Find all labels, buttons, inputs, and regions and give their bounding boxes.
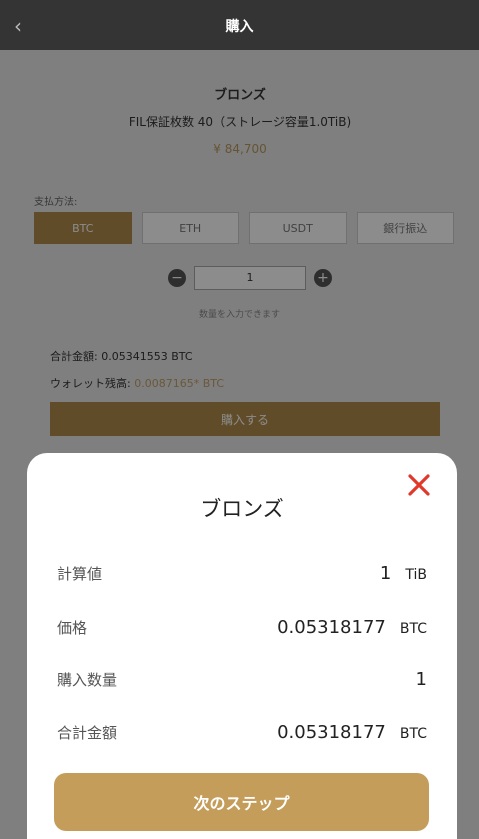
detail-row-total: 合計金額 0.05318177 BTC	[57, 718, 427, 746]
row-value-group: 1	[416, 669, 427, 690]
row-value: 1	[415, 668, 427, 690]
row-value-group: 0.05318177 BTC	[277, 617, 427, 638]
row-value-group: 0.05318177 BTC	[277, 722, 427, 743]
row-value: 0.05318177	[277, 616, 386, 638]
row-value-group: 1 TiB	[380, 563, 427, 584]
top-bar: ‹ 購入	[0, 0, 479, 50]
page-title: 購入	[225, 19, 254, 35]
row-unit: TiB	[405, 566, 427, 583]
detail-row-price: 価格 0.05318177 BTC	[57, 613, 427, 641]
confirm-sheet: ブロンズ 計算値 1 TiB 価格 0.05318177 BTC 購入数量 1 合計…	[27, 453, 457, 839]
row-label: 計算値	[57, 564, 103, 583]
detail-row-capacity: 計算値 1 TiB	[57, 559, 427, 587]
close-icon[interactable]	[405, 471, 433, 499]
row-unit: BTC	[399, 725, 427, 742]
detail-row-quantity: 購入数量 1	[57, 665, 427, 693]
row-label: 価格	[57, 618, 88, 637]
row-label: 購入数量	[57, 670, 118, 689]
row-value: 1	[379, 562, 392, 584]
row-label: 合計金額	[57, 723, 118, 742]
row-value: 0.05318177	[277, 721, 386, 743]
row-unit: BTC	[399, 620, 427, 637]
sheet-title: ブロンズ	[200, 497, 284, 521]
next-step-button[interactable]: 次のステップ	[54, 773, 429, 831]
